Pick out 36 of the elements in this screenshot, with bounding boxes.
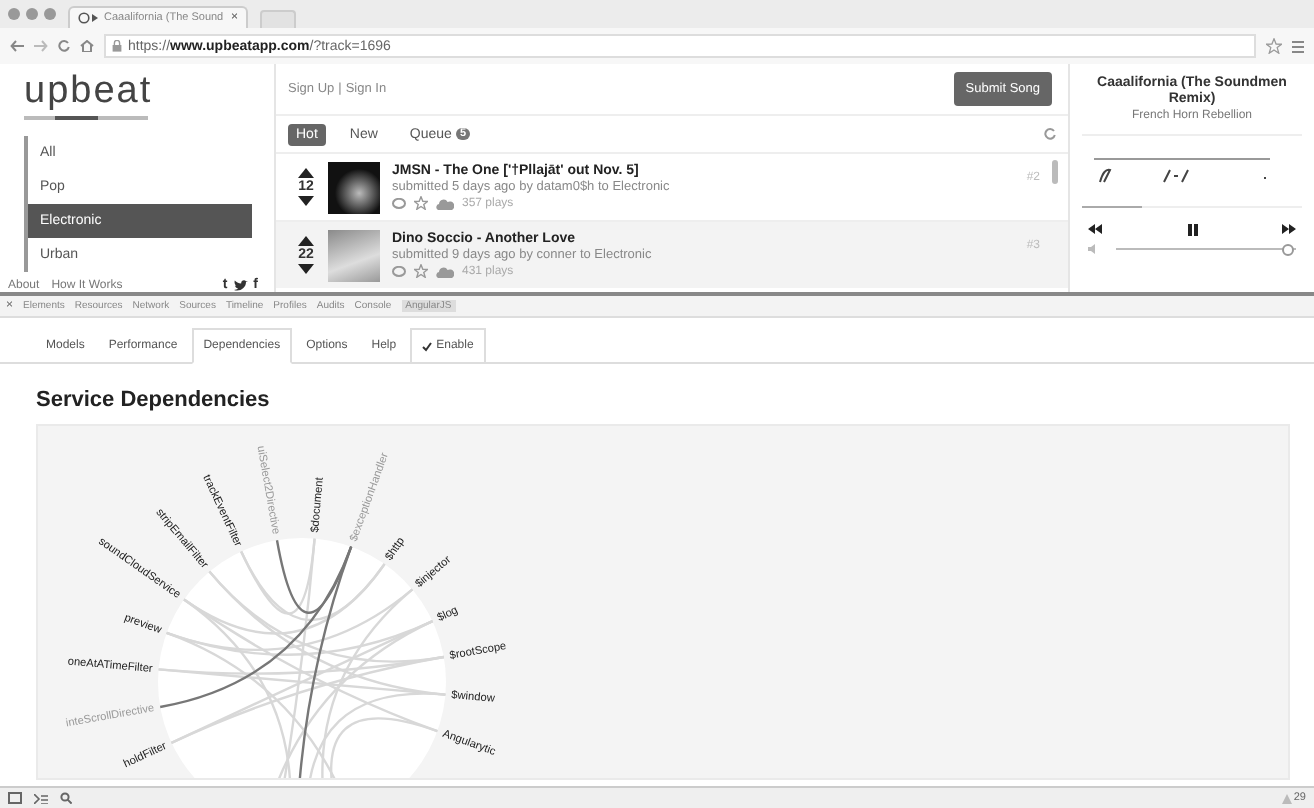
lock-icon [112, 40, 122, 52]
rewind-icon[interactable] [1088, 224, 1102, 234]
downvote-icon[interactable] [298, 196, 314, 206]
search-icon[interactable] [60, 792, 72, 804]
back-icon[interactable] [10, 40, 24, 52]
downvote-icon[interactable] [298, 264, 314, 274]
reload-icon[interactable] [58, 40, 70, 52]
warning-icon[interactable] [1281, 793, 1292, 803]
star-icon[interactable] [414, 264, 428, 278]
refresh-icon[interactable] [1044, 128, 1056, 140]
menu-icon[interactable] [1292, 39, 1304, 53]
star-icon[interactable] [1266, 38, 1282, 54]
volume-knob[interactable] [1281, 244, 1293, 256]
loading-icon [78, 12, 98, 24]
logo[interactable]: upbeat [24, 73, 274, 109]
bird-icon[interactable] [233, 279, 248, 291]
home-icon[interactable] [80, 40, 94, 52]
section-heading: Service Dependencies [34, 386, 272, 416]
cover-photo-placeholder [328, 161, 380, 213]
forward-icon[interactable] [34, 40, 48, 52]
cloud-icon [436, 265, 454, 277]
logo-underline [24, 115, 148, 119]
comment-icon[interactable] [392, 197, 406, 209]
cloud-icon [436, 197, 454, 209]
upvote-icon[interactable] [298, 236, 314, 246]
star-icon[interactable] [414, 196, 428, 210]
fast-forward-icon[interactable] [1282, 224, 1296, 234]
pause-icon[interactable] [1187, 224, 1197, 236]
speaker-icon[interactable] [1088, 244, 1100, 254]
comment-icon[interactable] [392, 265, 406, 277]
upvote-icon[interactable] [298, 168, 314, 178]
checkbox[interactable] [422, 341, 433, 351]
prompt-icon[interactable] [34, 793, 48, 803]
console-icon[interactable] [8, 792, 22, 804]
scrollbar[interactable] [1052, 160, 1058, 184]
cover-photo-placeholder [328, 229, 380, 281]
